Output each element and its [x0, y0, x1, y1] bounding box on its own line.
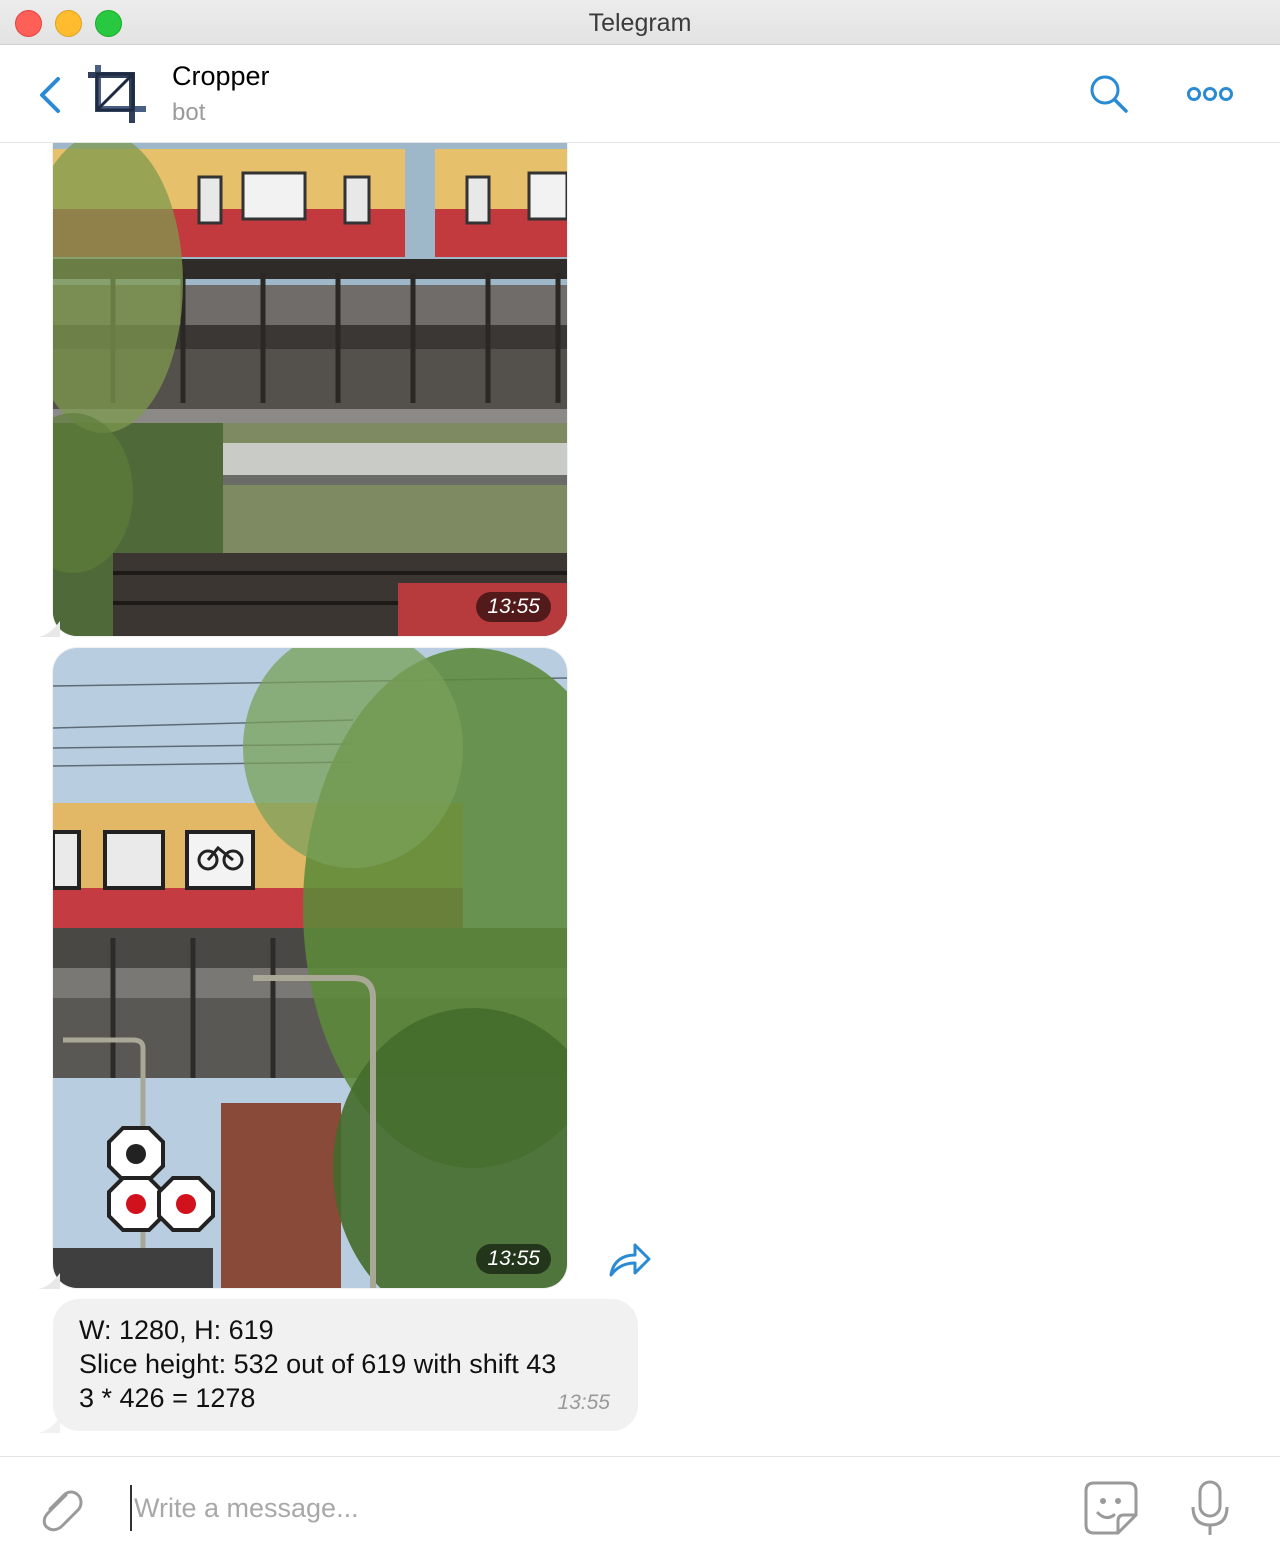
message-time: 13:55: [476, 592, 551, 622]
photo-message[interactable]: 13:55: [53, 648, 567, 1288]
message-text-line: Slice height: 532 out of 619 with shift …: [79, 1349, 557, 1379]
message-composer: [0, 1456, 1280, 1557]
more-icon[interactable]: [1186, 83, 1234, 105]
chat-header: Cropper bot: [0, 45, 1280, 143]
paperclip-icon[interactable]: [36, 1483, 86, 1533]
window-title: Telegram: [588, 9, 692, 37]
message-time: 13:55: [476, 1244, 551, 1274]
photo: [53, 648, 567, 1288]
photo: [53, 143, 567, 636]
back-arrow-icon[interactable]: [36, 73, 66, 117]
message-text-line: 3 * 426 = 1278: [79, 1383, 256, 1413]
text-message[interactable]: W: 1280, H: 619 Slice height: 532 out of…: [53, 1299, 638, 1431]
bubble-tail: [38, 1417, 60, 1433]
window-titlebar: Telegram: [0, 0, 1280, 45]
message-input[interactable]: [130, 1485, 1036, 1531]
crop-icon[interactable]: [84, 61, 150, 127]
message-text-line: W: 1280, H: 619: [79, 1315, 274, 1345]
chat-title[interactable]: Cropper: [172, 61, 270, 92]
photo-message[interactable]: 13:55: [53, 143, 567, 636]
microphone-icon[interactable]: [1188, 1479, 1232, 1539]
sticker-icon[interactable]: [1082, 1479, 1140, 1537]
bubble-tail: [38, 621, 60, 637]
bubble-tail: [38, 1273, 60, 1289]
share-icon[interactable]: [605, 1239, 653, 1279]
message-list[interactable]: 13:55 13:55 W: 1280, H: 619 Slice height…: [0, 143, 1280, 1456]
message-time: 13:55: [557, 1391, 610, 1414]
search-icon[interactable]: [1088, 73, 1130, 115]
chat-subtitle: bot: [172, 99, 206, 126]
